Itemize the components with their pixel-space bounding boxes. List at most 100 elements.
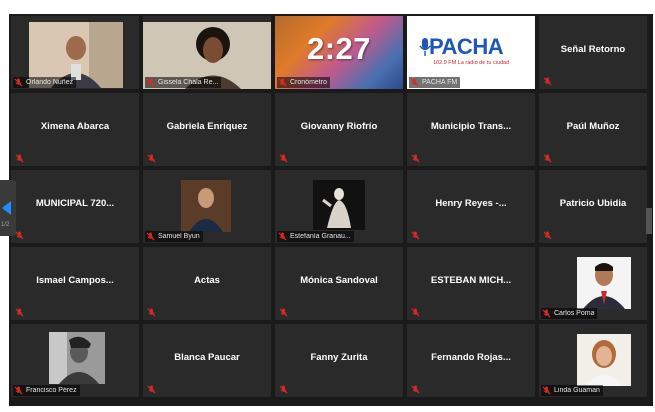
mic-muted-icon xyxy=(543,77,552,86)
participant-name: Henry Reyes -... xyxy=(435,198,507,209)
participant-tile[interactable]: Señal Retorno xyxy=(539,16,647,89)
participant-tile[interactable]: Mónica Sandoval xyxy=(275,247,403,320)
participant-photo xyxy=(49,332,105,384)
participant-label: Linda Guaman xyxy=(554,387,600,394)
pacha-tagline: 102.9 FM La radio de tu ciudad xyxy=(433,60,510,66)
participant-label: Carlos Poma xyxy=(554,310,595,317)
participant-tile[interactable]: Henry Reyes -... xyxy=(407,170,535,243)
participant-name-tag: Linda Guaman xyxy=(541,385,603,396)
mic-muted-icon xyxy=(543,231,552,240)
participant-tile[interactable]: Patricio Ubidia xyxy=(539,170,647,243)
participant-photo xyxy=(577,257,631,309)
participant-tile[interactable]: Giovanny Riofrío xyxy=(275,93,403,166)
participant-name: Fanny Zurita xyxy=(310,352,368,363)
participant-tile[interactable]: Ismael Campos... xyxy=(11,247,139,320)
participant-tile[interactable]: Orlando Nuñez xyxy=(11,16,139,89)
mic-muted-icon xyxy=(14,78,23,87)
participant-name-tag: Orlando Nuñez xyxy=(13,77,77,88)
participant-photo xyxy=(577,334,631,386)
participant-name-tag: Francisco Pérez xyxy=(13,385,80,396)
participant-name: MUNICIPAL 720... xyxy=(35,198,115,209)
mic-muted-icon xyxy=(411,231,420,240)
participant-photo xyxy=(313,180,365,230)
pacha-logo-text: PACHA xyxy=(429,34,504,59)
previous-page-button[interactable]: 1/2 xyxy=(0,180,16,236)
participant-tile[interactable]: PACHA 102.9 FM La radio de tu ciudad PAC… xyxy=(407,16,535,89)
next-page-button[interactable] xyxy=(646,208,652,234)
mic-muted-icon xyxy=(147,308,156,317)
participant-label: Samuel Byun xyxy=(158,233,200,240)
participant-tile[interactable]: Gabriela Enríquez xyxy=(143,93,271,166)
participant-label: Estefanía Granau... xyxy=(290,233,351,240)
mic-muted-icon xyxy=(147,154,156,163)
mic-muted-icon xyxy=(411,154,420,163)
mic-muted-icon xyxy=(279,385,288,394)
participant-name-tag: Cronómetro xyxy=(277,77,330,88)
gallery-view: Orlando Nuñez Gissela Chala Re... 2:27 C… xyxy=(9,14,653,406)
participant-tile[interactable]: Ximena Abarca xyxy=(11,93,139,166)
mic-muted-icon xyxy=(278,78,287,87)
profile-photo-icon xyxy=(181,180,231,232)
mic-muted-icon xyxy=(147,385,156,394)
mic-muted-icon xyxy=(279,154,288,163)
participant-name: Patricio Ubidia xyxy=(559,198,627,209)
participant-tile[interactable]: MUNICIPAL 720... xyxy=(11,170,139,243)
participant-tile[interactable]: Estefanía Granau... xyxy=(275,170,403,243)
participant-tile[interactable]: Samuel Byun xyxy=(143,170,271,243)
mic-muted-icon xyxy=(411,385,420,394)
participant-tile[interactable]: Linda Guaman xyxy=(539,324,647,397)
mic-muted-icon xyxy=(278,232,287,241)
participant-name-tag: PACHA FM xyxy=(409,77,461,88)
arrow-left-icon xyxy=(2,201,11,215)
bw-photo-icon xyxy=(49,332,105,384)
participant-name: Ismael Campos... xyxy=(36,275,114,286)
mic-muted-icon xyxy=(411,308,420,317)
participant-name: Gabriela Enríquez xyxy=(166,121,248,132)
participant-name: Actas xyxy=(194,275,220,286)
mic-muted-icon xyxy=(543,154,552,163)
participant-name: Mónica Sandoval xyxy=(300,275,378,286)
participant-name-tag: Gissela Chala Re... xyxy=(145,77,222,88)
participant-tile[interactable]: ESTEBAN MICH... xyxy=(407,247,535,320)
profile-photo-icon xyxy=(577,257,631,309)
participant-tile[interactable]: Gissela Chala Re... xyxy=(143,16,271,89)
participant-name-tag: Carlos Poma xyxy=(541,308,598,319)
participant-tile[interactable]: Fanny Zurita xyxy=(275,324,403,397)
mic-muted-icon xyxy=(15,308,24,317)
zoom-window: Orlando Nuñez Gissela Chala Re... 2:27 C… xyxy=(0,0,655,412)
participant-tile[interactable]: Municipio Trans... xyxy=(407,93,535,166)
participant-label: Gissela Chala Re... xyxy=(158,79,219,86)
participant-name: Señal Retorno xyxy=(560,44,626,55)
statue-photo-icon xyxy=(313,180,365,230)
participant-name: Fernando Rojas... xyxy=(431,352,511,363)
mic-muted-icon xyxy=(410,78,419,87)
participant-tile[interactable]: Francisco Pérez xyxy=(11,324,139,397)
participant-tile[interactable]: 2:27 Cronómetro xyxy=(275,16,403,89)
participant-label: Francisco Pérez xyxy=(26,387,77,394)
participant-tile[interactable]: Fernando Rojas... xyxy=(407,324,535,397)
participant-tile[interactable]: Blanca Paucar xyxy=(143,324,271,397)
mic-muted-icon xyxy=(15,154,24,163)
mic-muted-icon xyxy=(146,78,155,87)
participant-name: Municipio Trans... xyxy=(430,121,512,132)
participant-photo xyxy=(181,180,231,232)
mic-muted-icon xyxy=(279,308,288,317)
participant-name: ESTEBAN MICH... xyxy=(430,275,512,286)
participant-tile[interactable]: Carlos Poma xyxy=(539,247,647,320)
profile-photo-icon xyxy=(577,334,631,386)
timer-display: 2:27 xyxy=(306,31,372,66)
mic-muted-icon xyxy=(146,232,155,241)
participant-name: Giovanny Riofrío xyxy=(300,121,378,132)
participant-name: Ximena Abarca xyxy=(40,121,110,132)
participant-tile[interactable]: Paúl Muñoz xyxy=(539,93,647,166)
participant-label: Orlando Nuñez xyxy=(26,79,74,86)
participant-name: Paúl Muñoz xyxy=(566,121,620,132)
participant-name-tag: Estefanía Granau... xyxy=(277,231,354,242)
mic-muted-icon xyxy=(542,309,551,318)
mic-muted-icon xyxy=(542,386,551,395)
page-indicator: 1/2 xyxy=(1,222,10,228)
mic-muted-icon xyxy=(14,386,23,395)
participant-name-tag: Samuel Byun xyxy=(145,231,203,242)
participant-tile[interactable]: Actas xyxy=(143,247,271,320)
participant-label: Cronómetro xyxy=(290,79,327,86)
